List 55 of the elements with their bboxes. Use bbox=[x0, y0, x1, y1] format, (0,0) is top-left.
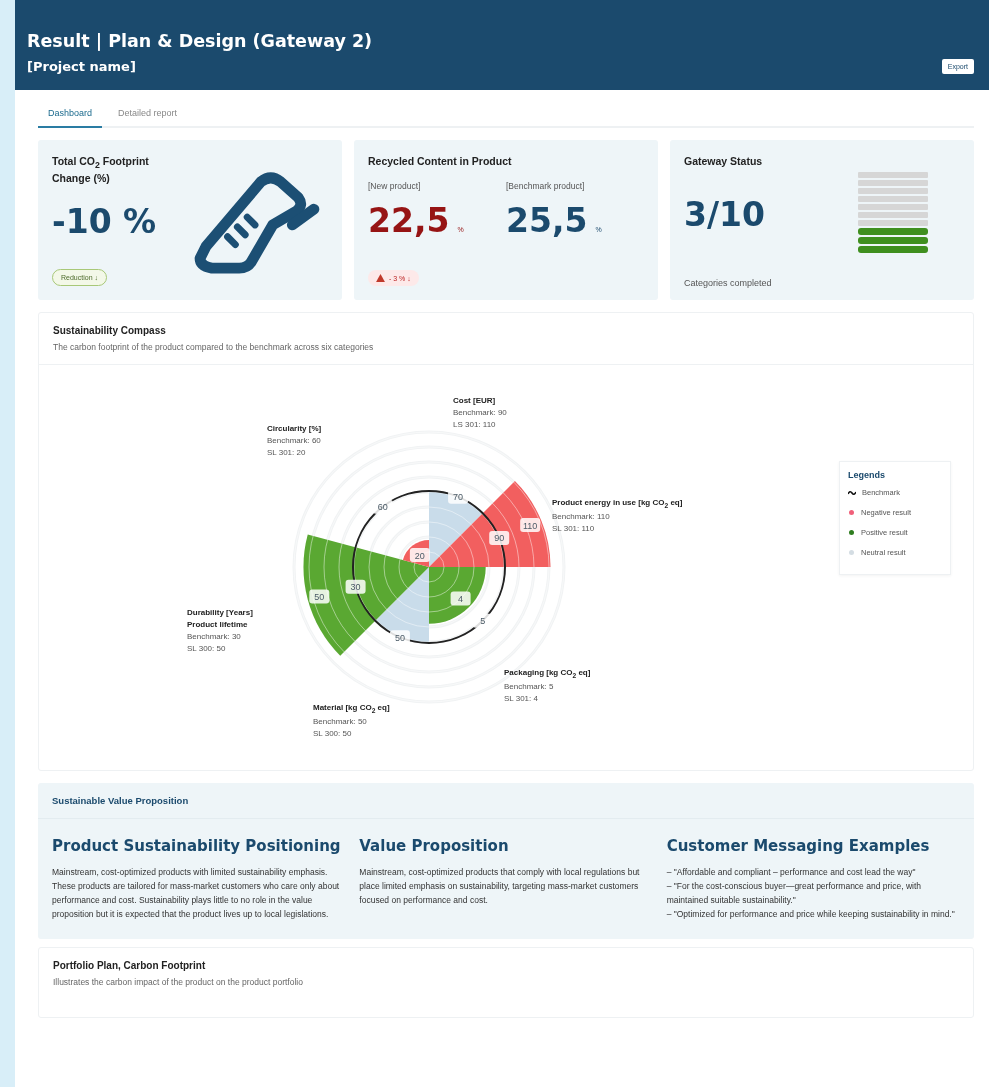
section-title: Portfolio Plan, Carbon Footprint bbox=[53, 960, 207, 972]
tab[interactable]: Detailed report bbox=[108, 104, 188, 128]
benchmark-value: Benchmark: 5 bbox=[504, 680, 555, 693]
card-title: Total CO$_{2}$ Footprint Change (%) bbox=[52, 154, 150, 187]
column-text: – "Optimized for performance and price while keeping sustainability in mind." bbox=[666, 908, 956, 922]
category-name: Material [kg CO$_{2}$ eq] bbox=[313, 702, 390, 716]
benchmark-value: Benchmark: 90 bbox=[453, 407, 507, 419]
section-title: Sustainability Compass bbox=[53, 325, 167, 336]
result-value: SL 300: 50 bbox=[187, 643, 227, 655]
benchmark-label: 50 bbox=[389, 630, 410, 645]
category-name: Product energy in use [kg CO$_{2}$ eq] bbox=[552, 497, 683, 511]
column-text: – "Affordable and compliant – performance and cost lead the way" bbox=[666, 866, 917, 879]
column-text: Mainstream, cost-optimized products with limited sustainability emphasis. These products are tailored for mass-market customers who care only about performance and cost. Sustainability plays little to no role in the value proposition but it is expected that the product lives up to local legislations. bbox=[52, 866, 341, 922]
benchmark-value: Benchmark: 30 bbox=[187, 631, 242, 643]
category-name: Durability [Years] Product lifetime bbox=[187, 607, 254, 631]
benchmark-label: 60 bbox=[372, 499, 393, 514]
kpi-value: 22,5 bbox=[368, 200, 450, 240]
result-value: SL 301: 4 bbox=[504, 692, 539, 705]
benchmark-label: 70 bbox=[448, 489, 469, 504]
section-subtitle: Illustrates the carbon impact of the product on the product portfolio bbox=[53, 977, 304, 988]
column-heading: Customer Messaging Examples bbox=[666, 837, 931, 855]
column-heading: Value Proposition bbox=[359, 837, 510, 855]
value-label: 20 bbox=[409, 548, 430, 563]
value-label: 110 bbox=[520, 518, 541, 533]
result-value: LS 301: 110 bbox=[453, 419, 497, 431]
kpi-value: 25,5 bbox=[506, 200, 588, 240]
column-text: – "For the cost-conscious buyer—great performance and price, with maintained suitable sustainability." bbox=[666, 880, 922, 908]
card-title: Recycled Content in Product bbox=[368, 154, 512, 169]
status-caption: Categories completed bbox=[684, 278, 772, 288]
column-heading: Product Sustainability Positioning bbox=[52, 837, 342, 855]
result-value: SL 301: 110 bbox=[552, 522, 596, 535]
kpi-value: 3/10 bbox=[684, 194, 766, 234]
warning-icon bbox=[376, 274, 385, 282]
benchmark-value: Benchmark: 110 bbox=[552, 510, 611, 523]
category-name: Circularity [%] bbox=[267, 423, 322, 435]
legend-title: Legends bbox=[848, 470, 886, 480]
result-value: SL 301: 20 bbox=[267, 447, 307, 459]
category-name: Packaging [kg CO$_{2}$ eq] bbox=[504, 667, 591, 681]
card-title: Gateway Status bbox=[684, 154, 763, 169]
project-name: [Project name] bbox=[27, 59, 137, 74]
tab[interactable]: Dashboard bbox=[38, 104, 103, 128]
section-title: Sustainable Value Proposition bbox=[38, 795, 974, 819]
category-name: Cost [EUR] bbox=[453, 395, 497, 407]
column-text: Mainstream, cost-optimized products that comply with local regulations but place limited emphasis on sustainability, targeting mass-market customers focused on performance and cost. bbox=[359, 866, 641, 908]
product-label: [New product] bbox=[368, 180, 422, 191]
squiggle-icon bbox=[848, 489, 856, 496]
benchmark-value: Benchmark: 50 bbox=[313, 715, 368, 728]
benchmark-label: 5 bbox=[472, 613, 493, 628]
product-label: [Benchmark product] bbox=[506, 180, 586, 191]
result-value: SL 300: 50 bbox=[313, 727, 353, 740]
kpi-value: -10 % bbox=[52, 202, 158, 242]
benchmark-value: Benchmark: 60 bbox=[267, 435, 322, 447]
page-title: Result | Plan & Design (Gateway 2) bbox=[27, 31, 373, 51]
section-subtitle: The carbon footprint of the product compared to the benchmark across six categories bbox=[53, 342, 375, 352]
value-label: 50 bbox=[309, 589, 330, 604]
